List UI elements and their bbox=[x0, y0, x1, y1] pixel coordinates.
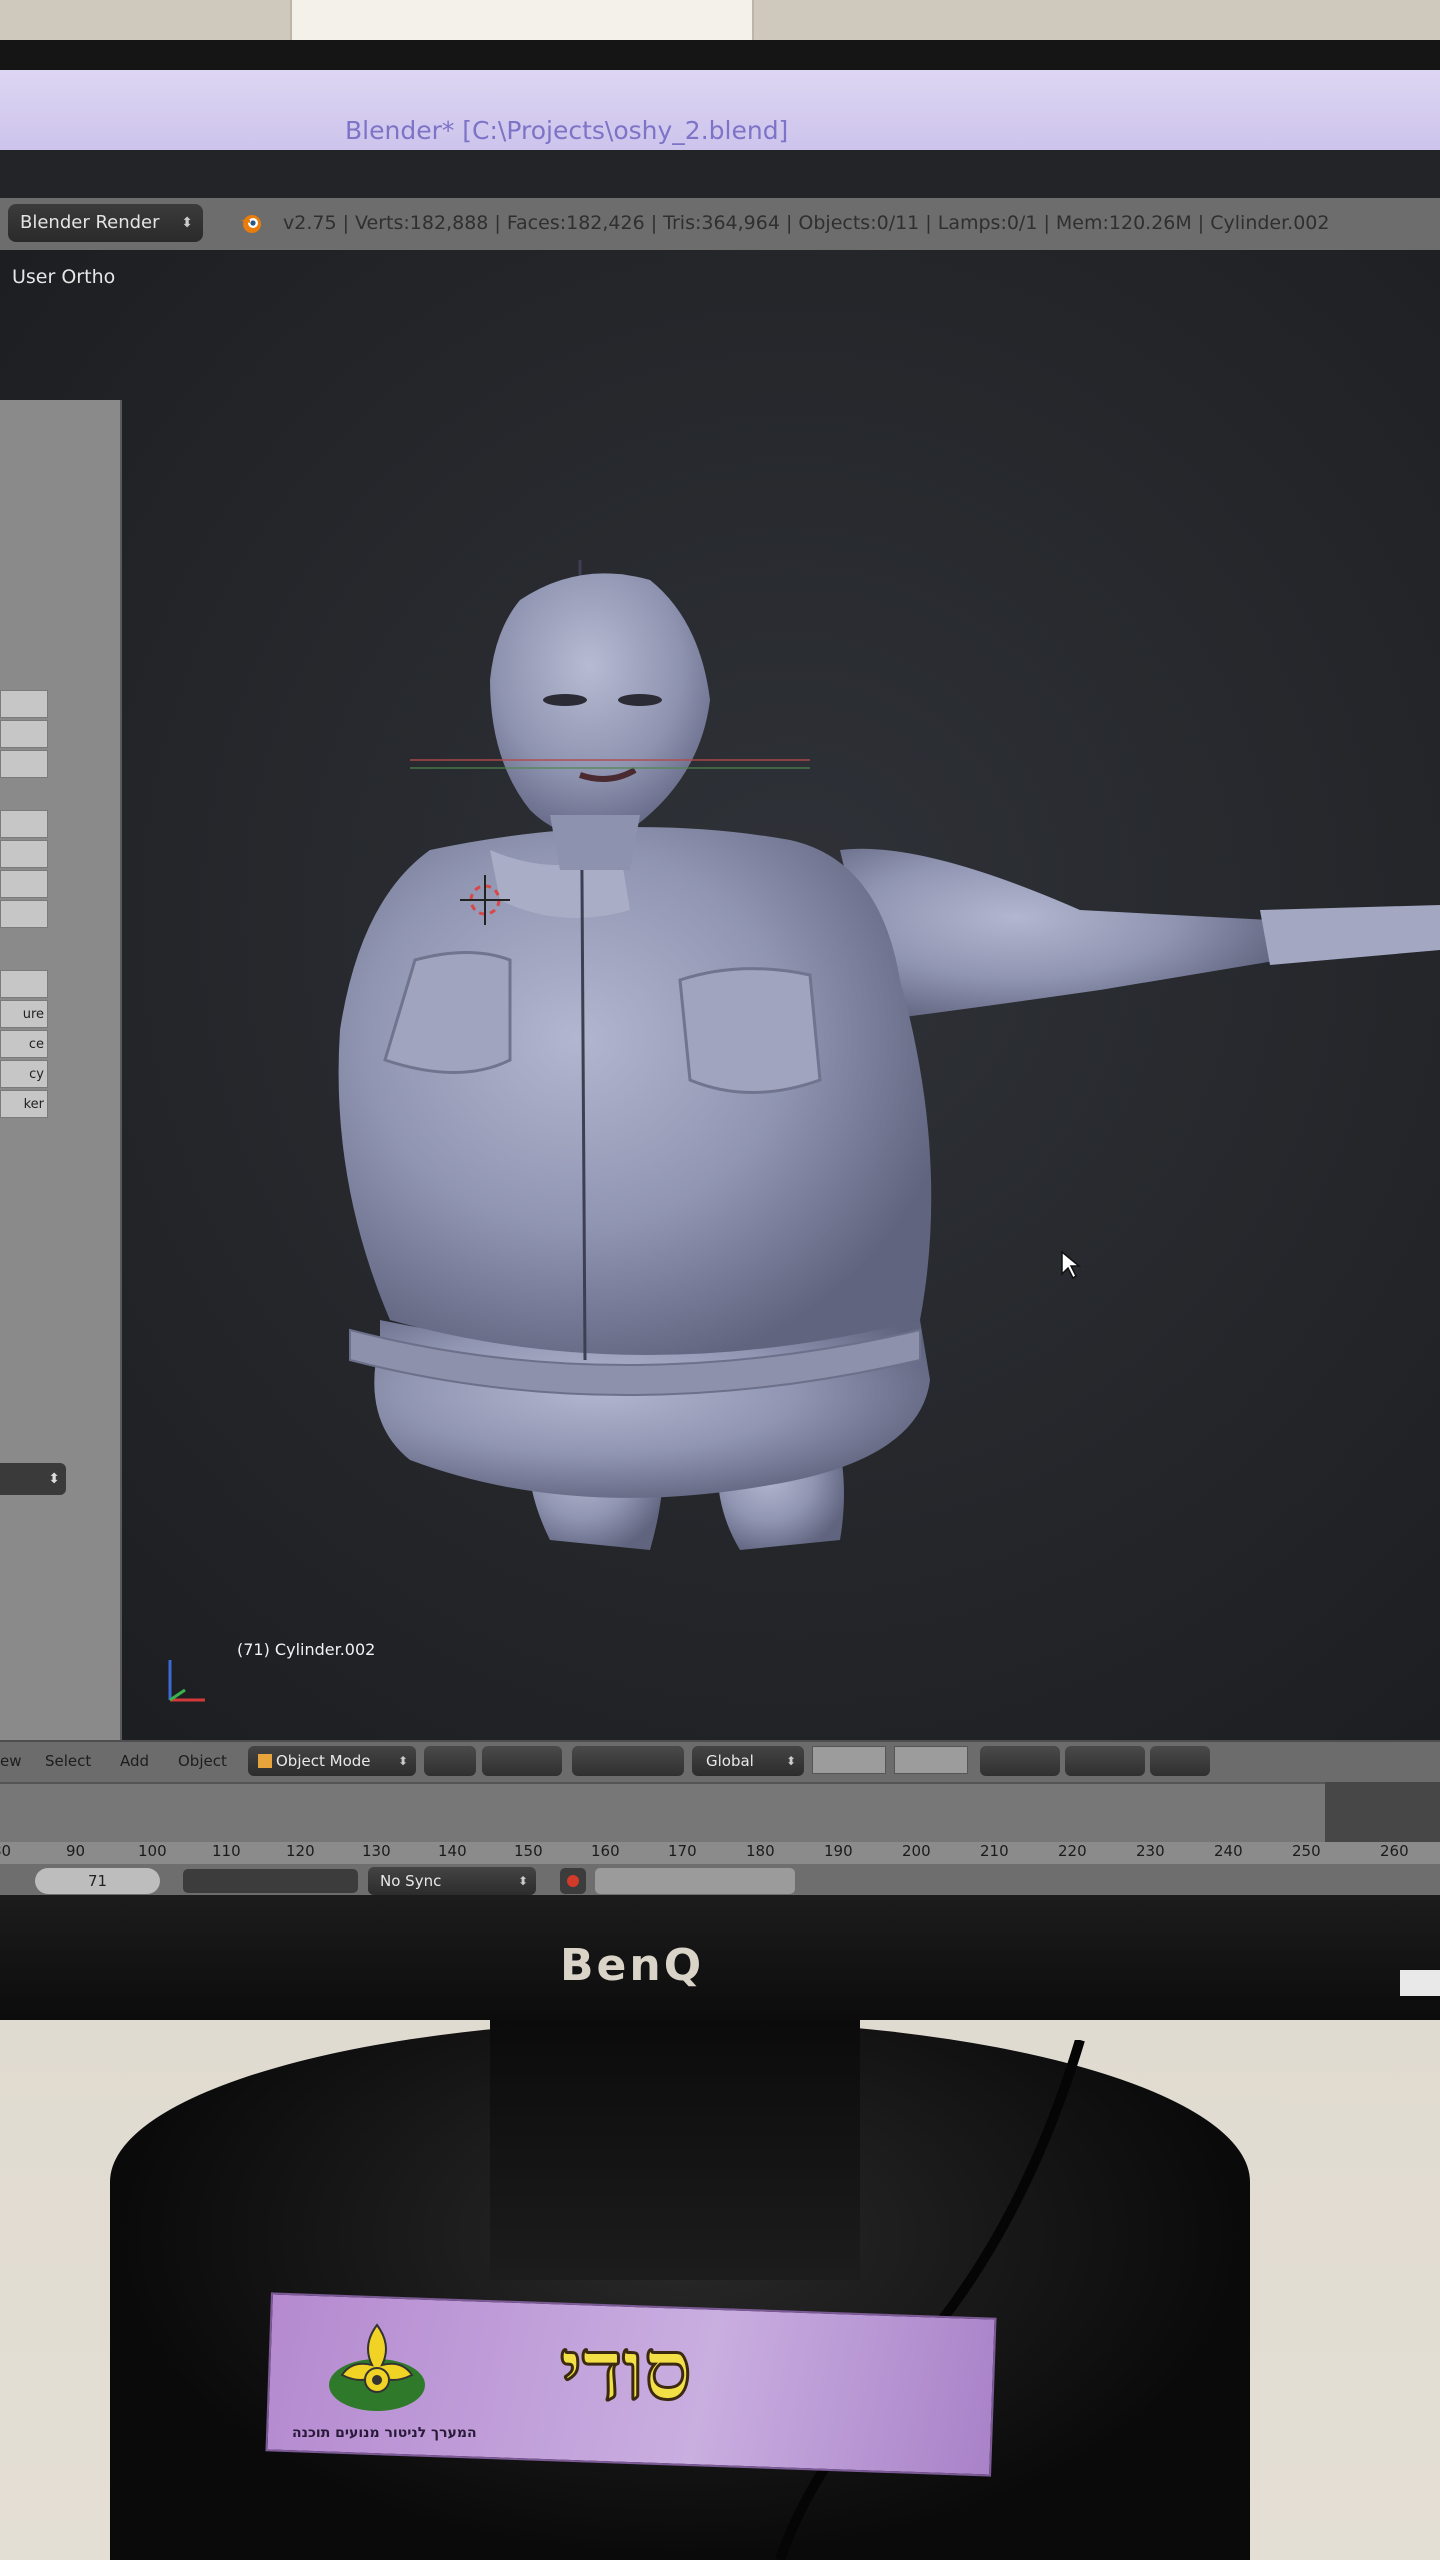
axes-gizmo-icon bbox=[168, 1660, 205, 1702]
mouse-pointer-icon bbox=[1061, 1250, 1082, 1280]
transform-orientation-select[interactable]: Global ⬍ bbox=[692, 1746, 804, 1776]
ruler-tick: 140 bbox=[438, 1842, 467, 1860]
view-name-label: User Ortho bbox=[12, 266, 116, 288]
transform-manipulator-buttons[interactable] bbox=[572, 1746, 684, 1776]
render-preview-button[interactable] bbox=[1150, 1746, 1210, 1776]
updown-arrows-icon: ⬍ bbox=[785, 1754, 796, 1768]
ruler-tick: 180 bbox=[746, 1842, 775, 1860]
monitor-brand-logo: BenQ bbox=[560, 1940, 705, 1991]
keying-set-field[interactable] bbox=[595, 1868, 795, 1894]
ruler-tick: 170 bbox=[668, 1842, 697, 1860]
shelf-button[interactable] bbox=[0, 720, 48, 748]
shelf-button[interactable] bbox=[0, 900, 48, 928]
cable bbox=[775, 2040, 1085, 2560]
paper-sheet bbox=[290, 0, 754, 44]
object-mode-select[interactable]: Object Mode ⬍ bbox=[248, 1746, 416, 1776]
ruler-tick: 90 bbox=[66, 1842, 86, 1860]
shelf-button[interactable] bbox=[0, 870, 48, 898]
menu-select[interactable]: Select bbox=[45, 1752, 91, 1770]
updown-arrows-icon: ⬍ bbox=[48, 1471, 60, 1487]
cube-icon bbox=[258, 1754, 272, 1768]
ruler-tick: 160 bbox=[591, 1842, 620, 1860]
pivot-point-button[interactable] bbox=[482, 1746, 562, 1776]
shelf-button[interactable] bbox=[0, 690, 48, 718]
shelf-button-texture[interactable]: ure bbox=[0, 1000, 48, 1028]
shelf-button[interactable] bbox=[0, 840, 48, 868]
ruler-tick: 210 bbox=[980, 1842, 1009, 1860]
object-mode-label: Object Mode bbox=[276, 1752, 371, 1770]
organization-emblem-icon bbox=[329, 2323, 425, 2411]
updown-arrows-icon: ⬍ bbox=[517, 1874, 528, 1888]
name-tag-caption: המערך לניטור מנועים תוכנה bbox=[292, 2425, 477, 2441]
ruler-tick: 80 bbox=[0, 1842, 12, 1860]
timeline-area[interactable] bbox=[0, 1782, 1440, 1844]
window-title: Blender* [C:\Projects\oshy_2.blend] bbox=[345, 116, 789, 145]
3d-character-model[interactable] bbox=[320, 560, 1440, 1690]
shelf-button-instance[interactable]: ce bbox=[0, 1030, 48, 1058]
ruler-tick: 130 bbox=[362, 1842, 391, 1860]
record-icon bbox=[567, 1875, 579, 1887]
shelf-button[interactable] bbox=[0, 810, 48, 838]
tool-shelf[interactable]: ure ce cy ker bbox=[0, 400, 122, 1740]
layers-grid-right[interactable] bbox=[894, 1746, 968, 1774]
shelf-button-history[interactable]: cy bbox=[0, 1060, 48, 1088]
render-engine-select[interactable]: Blender Render ⬍ bbox=[8, 204, 203, 242]
proportional-edit-button[interactable] bbox=[980, 1746, 1060, 1776]
ruler-tick: 230 bbox=[1136, 1842, 1165, 1860]
ruler-tick: 110 bbox=[212, 1842, 241, 1860]
playback-controls[interactable] bbox=[183, 1869, 358, 1893]
updown-arrows-icon: ⬍ bbox=[181, 215, 193, 231]
menu-view[interactable]: ew bbox=[0, 1752, 22, 1770]
ruler-tick: 100 bbox=[138, 1842, 167, 1860]
blender-logo-icon bbox=[240, 215, 261, 233]
ruler-tick: 120 bbox=[286, 1842, 315, 1860]
sync-mode-label: No Sync bbox=[380, 1872, 442, 1890]
orientation-label: Global bbox=[706, 1752, 754, 1770]
ruler-tick: 150 bbox=[514, 1842, 543, 1860]
menu-object[interactable]: Object bbox=[178, 1752, 227, 1770]
viewport-shading-button[interactable] bbox=[424, 1746, 476, 1776]
shelf-button[interactable] bbox=[0, 750, 48, 778]
snap-button[interactable] bbox=[1065, 1746, 1145, 1776]
ruler-tick: 220 bbox=[1058, 1842, 1087, 1860]
updown-arrows-icon: ⬍ bbox=[397, 1754, 408, 1768]
scene-stats: v2.75 | Verts:182,888 | Faces:182,426 | … bbox=[283, 212, 1330, 234]
monitor-screen: Blender* [C:\Projects\oshy_2.blend] Blen… bbox=[0, 70, 1440, 1895]
ruler-tick: 260 bbox=[1380, 1842, 1409, 1860]
layers-grid-left[interactable] bbox=[812, 1746, 886, 1774]
timeline-out-of-range bbox=[1325, 1782, 1440, 1842]
shelf-dropdown[interactable]: ⬍ bbox=[0, 1463, 66, 1495]
active-object-label: (71) Cylinder.002 bbox=[237, 1640, 376, 1659]
ruler-tick: 190 bbox=[824, 1842, 853, 1860]
shelf-button[interactable] bbox=[0, 970, 48, 998]
monitor-chin bbox=[0, 1895, 1440, 2020]
current-frame-field[interactable]: 71 bbox=[35, 1868, 160, 1894]
render-engine-label: Blender Render bbox=[20, 212, 160, 233]
menu-add[interactable]: Add bbox=[120, 1752, 149, 1770]
shelf-button-marker[interactable]: ker bbox=[0, 1090, 48, 1118]
sync-mode-select[interactable]: No Sync ⬍ bbox=[368, 1867, 536, 1895]
paper-tab bbox=[1400, 1970, 1440, 1996]
ruler-tick: 250 bbox=[1292, 1842, 1321, 1860]
name-tag-text: סודי bbox=[559, 2319, 694, 2421]
ruler-tick: 240 bbox=[1214, 1842, 1243, 1860]
ruler-tick: 200 bbox=[902, 1842, 931, 1860]
